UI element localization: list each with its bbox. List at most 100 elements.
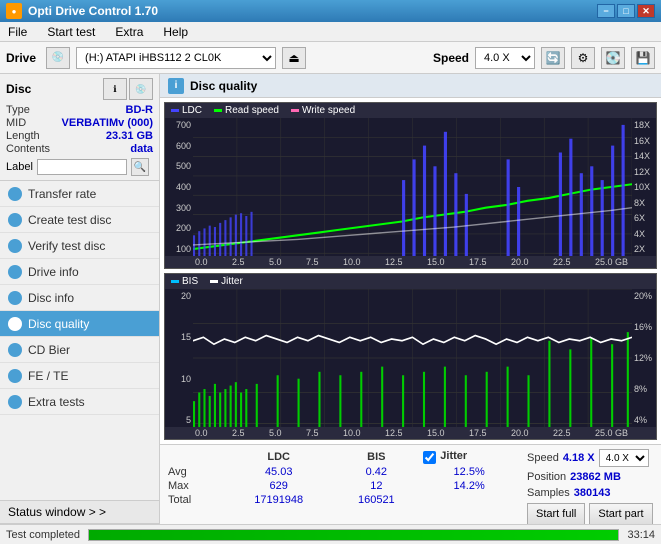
position-label: Position <box>527 471 566 483</box>
bis-label: BIS <box>182 276 198 287</box>
position-val: 23862 MB <box>570 471 621 483</box>
drive-select[interactable]: (H:) ATAPI iHBS112 2 CL0K <box>76 47 276 69</box>
titlebar: ● Opti Drive Control 1.70 − □ ✕ <box>0 0 661 22</box>
extra-tests-icon <box>8 395 22 409</box>
maximize-button[interactable]: □ <box>617 4 635 18</box>
total-bis: 160521 <box>333 493 419 507</box>
statusbar: Test completed 33:14 <box>0 524 661 544</box>
speed-select[interactable]: 4.0 X <box>475 47 535 69</box>
close-button[interactable]: ✕ <box>637 4 655 18</box>
menu-start-test[interactable]: Start test <box>43 23 99 41</box>
top-chart-x-axis: 0.02.55.07.510.012.515.017.520.022.525.0… <box>165 256 656 268</box>
menu-help[interactable]: Help <box>159 23 192 41</box>
eject-button[interactable]: ⏏ <box>282 47 306 69</box>
extra-tests-label: Extra tests <box>28 395 85 409</box>
write-label: Write speed <box>302 105 355 116</box>
cd-bier-label: CD Bier <box>28 343 70 357</box>
bis-dot <box>171 280 179 283</box>
titlebar-controls: − □ ✕ <box>597 4 655 18</box>
speed-stat-select[interactable]: 4.0 X <box>599 449 649 467</box>
start-full-button[interactable]: Start full <box>527 503 585 524</box>
speed-label: Speed <box>433 51 469 65</box>
legend-write-speed: Write speed <box>291 105 355 116</box>
disc-panel: Disc ℹ 💿 Type BD-R MID VERBATIMv (000) L… <box>0 74 159 181</box>
disc-mid-val: VERBATIMv (000) <box>62 117 153 129</box>
sidebar-item-disc-quality[interactable]: Disc quality <box>0 311 159 337</box>
disc-quality-title: Disc quality <box>190 79 257 93</box>
drive-label: Drive <box>6 51 36 65</box>
jitter-checkbox[interactable] <box>423 451 436 464</box>
sidebar: Disc ℹ 💿 Type BD-R MID VERBATIMv (000) L… <box>0 74 160 524</box>
total-label: Total <box>164 493 224 507</box>
sidebar-item-create-test-disc[interactable]: Create test disc <box>0 207 159 233</box>
sidebar-item-disc-info[interactable]: Disc info <box>0 285 159 311</box>
sidebar-item-extra-tests[interactable]: Extra tests <box>0 389 159 415</box>
legend-read-speed: Read speed <box>214 105 279 116</box>
disc-contents-key: Contents <box>6 143 50 155</box>
sidebar-item-fe-te[interactable]: FE / TE <box>0 363 159 389</box>
label-btn[interactable]: 🔍 <box>131 158 149 176</box>
total-jitter <box>419 493 519 507</box>
jitter-header: Jitter <box>440 450 467 462</box>
sidebar-item-verify-test-disc[interactable]: Verify test disc <box>0 233 159 259</box>
bottom-chart-y-left: 2015105 <box>165 289 193 427</box>
minimize-button[interactable]: − <box>597 4 615 18</box>
position-row: Position 23862 MB <box>527 471 657 483</box>
refresh-button[interactable]: 🔄 <box>541 47 565 69</box>
top-chart-main <box>193 118 632 256</box>
jitter-header-cell: Jitter <box>419 449 519 465</box>
samples-val: 380143 <box>574 487 611 499</box>
status-window-button[interactable]: Status window > > <box>0 500 159 524</box>
start-buttons: Start full Start part <box>527 503 657 524</box>
fe-te-label: FE / TE <box>28 369 68 383</box>
stats-table: LDC BIS Jitter Avg <box>164 449 519 507</box>
drive-info-label: Drive info <box>28 265 79 279</box>
app-title: Opti Drive Control 1.70 <box>28 4 158 18</box>
disc-quality-header: i Disc quality <box>160 74 661 98</box>
stats-avg-row: Avg 45.03 0.42 12.5% <box>164 465 519 479</box>
bottom-chart-main <box>193 289 632 427</box>
max-ldc: 629 <box>224 479 333 493</box>
stats-total-row: Total 17191948 160521 <box>164 493 519 507</box>
cd-bier-icon <box>8 343 22 357</box>
avg-jitter: 12.5% <box>419 465 519 479</box>
disc-info-icon[interactable]: ℹ <box>103 78 127 100</box>
disc-info-nav-icon <box>8 291 22 305</box>
top-chart-legend: LDC Read speed Write speed <box>165 103 656 118</box>
top-chart: LDC Read speed Write speed 7006005004003… <box>164 102 657 269</box>
settings-button[interactable]: ⚙ <box>571 47 595 69</box>
main-layout: Disc ℹ 💿 Type BD-R MID VERBATIMv (000) L… <box>0 74 661 524</box>
read-label: Read speed <box>225 105 279 116</box>
samples-row: Samples 380143 <box>527 487 657 499</box>
bis-header: BIS <box>333 449 419 465</box>
disc-type-row: Type BD-R <box>6 104 153 116</box>
bottom-chart-body: 2015105 <box>165 289 656 427</box>
top-chart-body: 700600500400300200100 <box>165 118 656 256</box>
max-bis: 12 <box>333 479 419 493</box>
disc-quality-label: Disc quality <box>28 317 89 331</box>
jitter-label: Jitter <box>221 276 243 287</box>
top-chart-y-right: 18X16X14X12X10X8X6X4X2X <box>632 118 656 256</box>
ldc-dot <box>171 109 179 112</box>
fe-te-icon <box>8 369 22 383</box>
disc-length-key: Length <box>6 130 40 142</box>
top-chart-y-left: 700600500400300200100 <box>165 118 193 256</box>
avg-ldc: 45.03 <box>224 465 333 479</box>
start-part-button[interactable]: Start part <box>589 503 652 524</box>
drive-icon-btn[interactable]: 💿 <box>46 47 70 69</box>
menu-extra[interactable]: Extra <box>111 23 147 41</box>
jitter-dot <box>210 280 218 283</box>
save-button[interactable]: 💾 <box>631 47 655 69</box>
menu-file[interactable]: File <box>4 23 31 41</box>
samples-label: Samples <box>527 487 570 499</box>
status-window-label: Status window > > <box>8 505 106 519</box>
label-key: Label <box>6 161 33 173</box>
sidebar-item-transfer-rate[interactable]: Transfer rate <box>0 181 159 207</box>
disc-length-row: Length 23.31 GB <box>6 130 153 142</box>
disc-icon2[interactable]: 💿 <box>129 78 153 100</box>
sidebar-item-cd-bier[interactable]: CD Bier <box>0 337 159 363</box>
label-input[interactable] <box>37 159 127 175</box>
sidebar-item-drive-info[interactable]: Drive info <box>0 259 159 285</box>
disc-button[interactable]: 💽 <box>601 47 625 69</box>
progress-bar <box>89 530 618 540</box>
